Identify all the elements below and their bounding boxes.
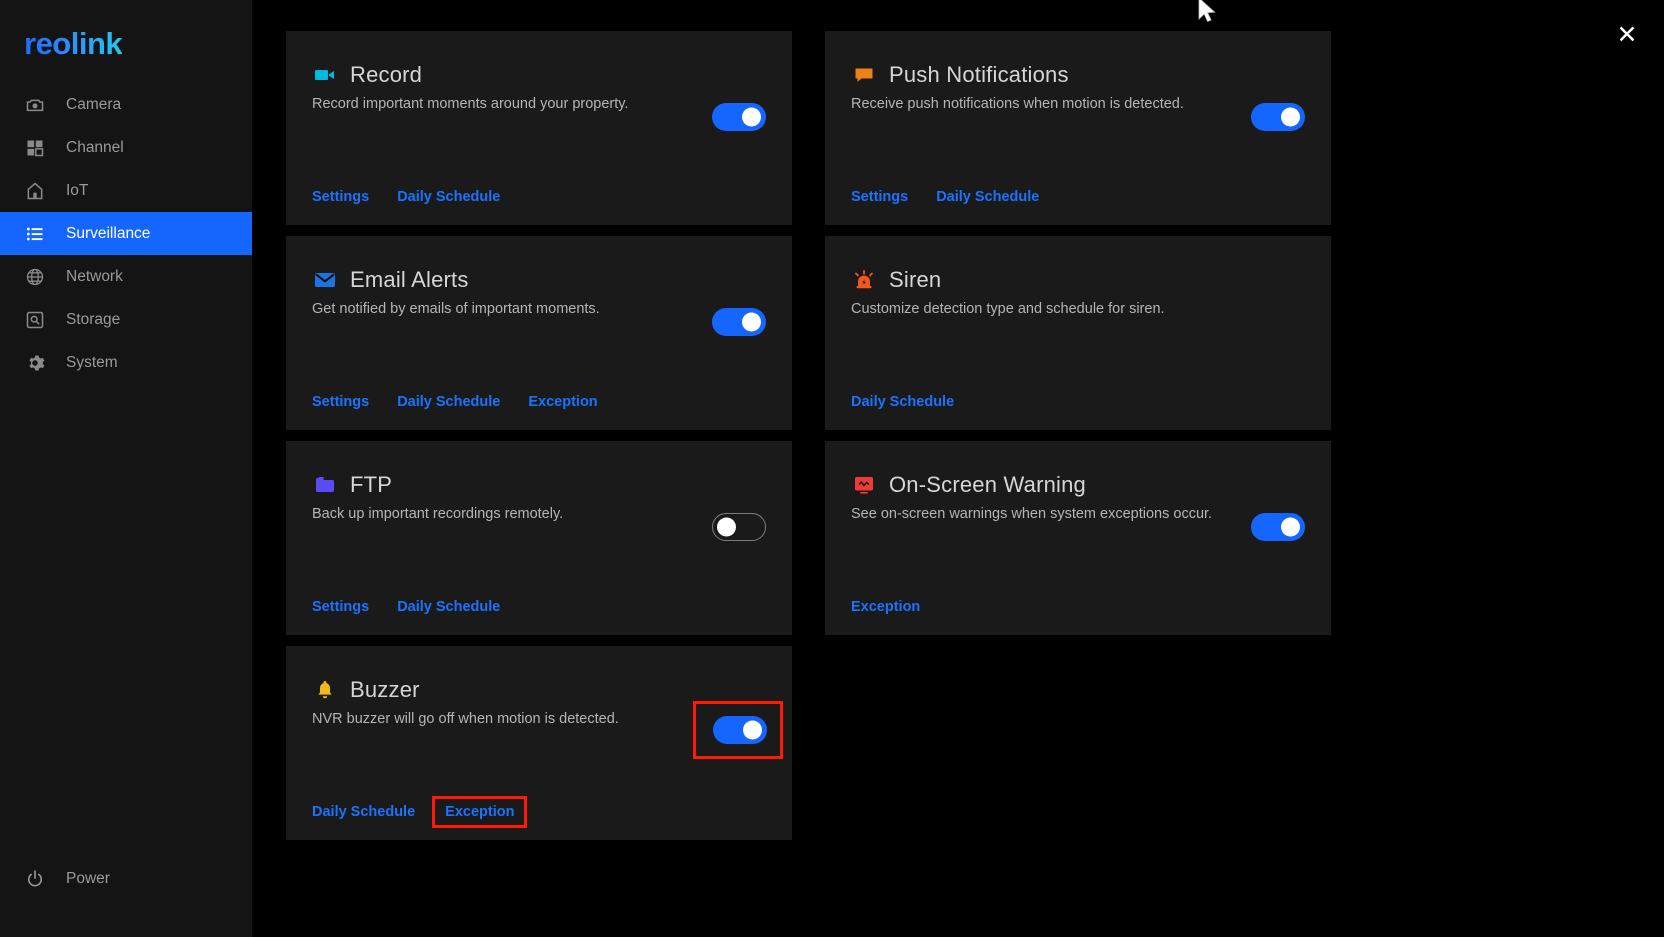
envelope-icon	[312, 267, 338, 293]
card-title: On-Screen Warning	[889, 472, 1086, 497]
on-screen-warning-toggle[interactable]	[1251, 513, 1305, 541]
card-on-screen-warning: On-Screen Warning See on-screen warnings…	[825, 441, 1331, 635]
record-toggle[interactable]	[712, 103, 766, 131]
email-alerts-settings-link[interactable]: Settings	[312, 394, 369, 410]
sidebar-item-label: Channel	[66, 138, 124, 156]
gear-icon	[24, 352, 46, 374]
buzzer-exception-link[interactable]: Exception	[432, 796, 528, 828]
sidebar-item-camera[interactable]: Camera	[0, 83, 252, 126]
app-window: reolink Camera Channel IoT Surveillance …	[0, 0, 1664, 937]
camera-icon	[24, 94, 46, 116]
cards-column-left: Record Record important moments around y…	[286, 31, 792, 851]
push-notifications-settings-link[interactable]: Settings	[851, 189, 908, 205]
card-header: Push Notifications	[851, 62, 1305, 88]
screen-warning-icon	[851, 472, 877, 498]
sidebar-item-channel[interactable]: Channel	[0, 126, 252, 169]
close-icon[interactable]: ✕	[1612, 20, 1642, 50]
globe-icon	[24, 266, 46, 288]
card-header: FTP	[312, 472, 766, 498]
card-description: Record important moments around your pro…	[312, 96, 629, 112]
speech-bubble-icon	[851, 62, 877, 88]
card-header: Email Alerts	[312, 267, 766, 293]
list-icon	[24, 223, 46, 245]
card-links: Settings Daily Schedule Exception	[312, 394, 626, 410]
siren-alarm-icon	[851, 267, 877, 293]
sidebar-item-surveillance[interactable]: Surveillance	[0, 212, 252, 255]
card-title: Push Notifications	[889, 62, 1069, 87]
sidebar-item-label: IoT	[66, 181, 89, 199]
card-email-alerts: Email Alerts Get notified by emails of i…	[286, 236, 792, 430]
card-title: FTP	[350, 472, 393, 497]
toggle-knob	[742, 312, 761, 332]
card-header: Record	[312, 62, 766, 88]
toggle-knob	[1281, 107, 1300, 127]
sidebar-nav: Camera Channel IoT Surveillance Network …	[0, 83, 252, 384]
bell-icon	[312, 677, 338, 703]
brand-logo: reolink	[24, 26, 123, 61]
buzzer-daily-schedule-link[interactable]: Daily Schedule	[312, 804, 415, 820]
toggle-knob	[717, 517, 736, 537]
sidebar-item-system[interactable]: System	[0, 341, 252, 384]
card-title: Email Alerts	[350, 267, 469, 292]
card-description: Get notified by emails of important mome…	[312, 301, 600, 317]
sidebar-item-storage[interactable]: Storage	[0, 298, 252, 341]
power-label: Power	[66, 870, 110, 887]
buzzer-toggle-highlight	[693, 701, 783, 759]
record-daily-schedule-link[interactable]: Daily Schedule	[397, 189, 500, 205]
sidebar-item-label: System	[66, 353, 118, 371]
ftp-toggle[interactable]	[712, 513, 766, 541]
storage-disk-icon	[24, 309, 46, 331]
email-alerts-daily-schedule-link[interactable]: Daily Schedule	[397, 394, 500, 410]
card-title: Buzzer	[350, 677, 420, 702]
card-header: On-Screen Warning	[851, 472, 1305, 498]
card-description: See on-screen warnings when system excep…	[851, 506, 1213, 522]
toggle-knob	[743, 720, 762, 740]
card-header: Siren	[851, 267, 1305, 293]
card-header: Buzzer	[312, 677, 766, 703]
sidebar-item-iot[interactable]: IoT	[0, 169, 252, 212]
card-title: Siren	[889, 267, 942, 292]
sidebar: reolink Camera Channel IoT Surveillance …	[0, 0, 252, 937]
mouse-cursor	[1198, 0, 1216, 23]
sidebar-item-label: Storage	[66, 310, 121, 328]
sidebar-item-power[interactable]: Power	[24, 868, 110, 890]
card-description: Receive push notifications when motion i…	[851, 96, 1184, 112]
card-links: Exception	[851, 599, 948, 615]
card-links: Daily Schedule	[851, 394, 982, 410]
push-notifications-daily-schedule-link[interactable]: Daily Schedule	[936, 189, 1039, 205]
sidebar-item-network[interactable]: Network	[0, 255, 252, 298]
sidebar-item-label: Camera	[66, 95, 122, 113]
card-buzzer: Buzzer NVR buzzer will go off when motio…	[286, 646, 792, 840]
on-screen-warning-exception-link[interactable]: Exception	[851, 599, 920, 615]
buzzer-toggle[interactable]	[713, 716, 767, 744]
channel-icon	[24, 137, 46, 159]
power-icon	[24, 868, 46, 890]
email-alerts-exception-link[interactable]: Exception	[528, 394, 597, 410]
card-links: Daily Schedule Exception	[312, 796, 552, 828]
card-description: Back up important recordings remotely.	[312, 506, 564, 522]
toggle-knob	[742, 107, 761, 127]
card-record: Record Record important moments around y…	[286, 31, 792, 225]
camcorder-icon	[312, 62, 338, 88]
toggle-knob	[1281, 517, 1300, 537]
folder-icon	[312, 472, 338, 498]
push-notifications-toggle[interactable]	[1251, 103, 1305, 131]
cards-column-right: Push Notifications Receive push notifica…	[825, 31, 1331, 646]
card-links: Settings Daily Schedule	[312, 599, 528, 615]
sidebar-item-label: Surveillance	[66, 224, 151, 242]
sidebar-item-label: Network	[66, 267, 123, 285]
card-push-notifications: Push Notifications Receive push notifica…	[825, 31, 1331, 225]
record-settings-link[interactable]: Settings	[312, 189, 369, 205]
ftp-daily-schedule-link[interactable]: Daily Schedule	[397, 599, 500, 615]
card-links: Settings Daily Schedule	[851, 189, 1067, 205]
card-description: Customize detection type and schedule fo…	[851, 301, 1165, 317]
card-ftp: FTP Back up important recordings remotel…	[286, 441, 792, 635]
email-alerts-toggle[interactable]	[712, 308, 766, 336]
siren-daily-schedule-link[interactable]: Daily Schedule	[851, 394, 954, 410]
card-links: Settings Daily Schedule	[312, 189, 528, 205]
ftp-settings-link[interactable]: Settings	[312, 599, 369, 615]
iot-home-icon	[24, 180, 46, 202]
card-title: Record	[350, 62, 423, 87]
card-siren: Siren Customize detection type and sched…	[825, 236, 1331, 430]
